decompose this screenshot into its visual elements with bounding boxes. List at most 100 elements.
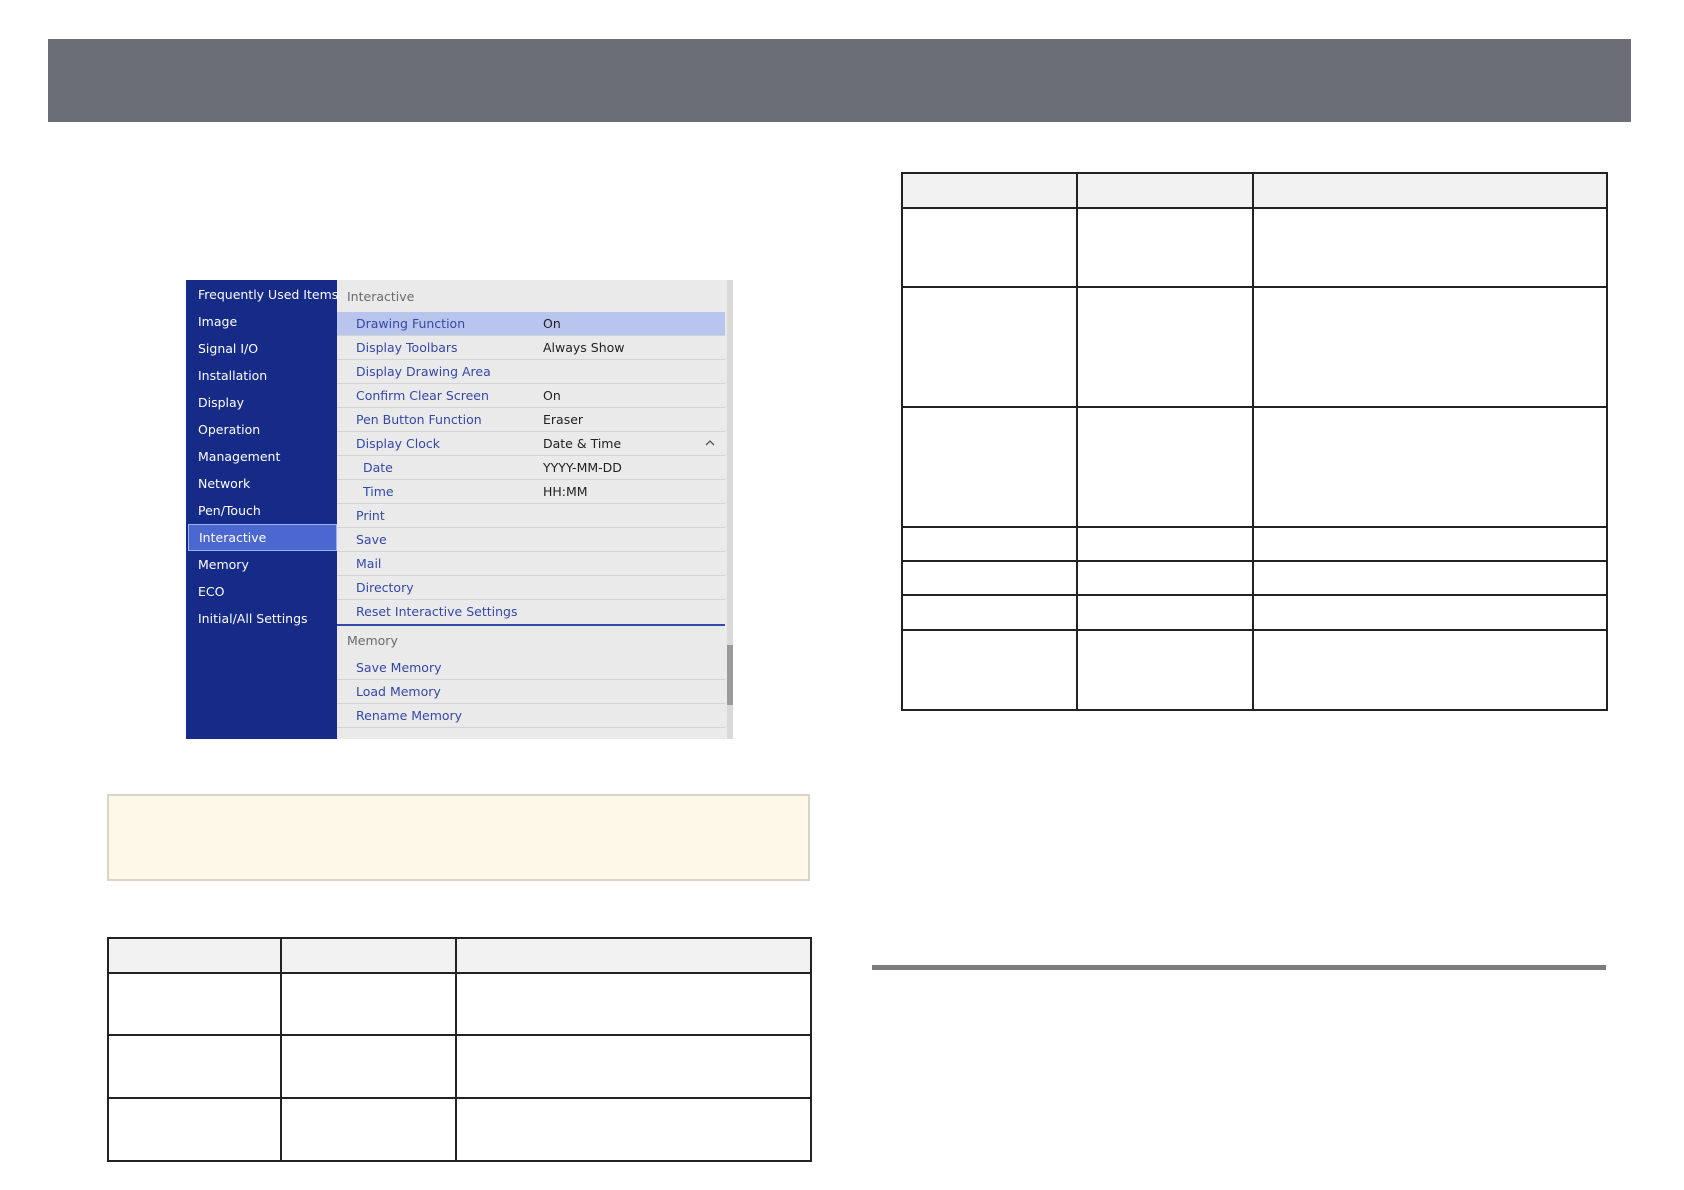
sidebar-item-frequently-used-items[interactable]: Frequently Used Items: [186, 282, 338, 307]
table-header-cell: [107, 937, 282, 974]
table-cell: [901, 406, 1078, 528]
table-row: [901, 629, 1608, 711]
menu-row-label: Rename Memory: [356, 708, 463, 723]
menu-row-label: Display Drawing Area: [356, 364, 491, 379]
table-cell: [1076, 594, 1254, 631]
menu-row-rename-memory[interactable]: Rename Memory: [337, 704, 725, 728]
menu-row-label: Print: [356, 508, 385, 523]
menu-row-print[interactable]: Print: [337, 504, 725, 528]
table-cell: [455, 972, 812, 1036]
menu-row-date[interactable]: Date YYYY-MM-DD: [337, 456, 725, 480]
menu-row-cut-off: [337, 728, 725, 739]
section-divider-rule: [872, 965, 1606, 970]
table-cell: [1076, 286, 1254, 408]
table-cell: [1252, 286, 1608, 408]
section-heading-memory: Memory: [347, 633, 398, 648]
table-cell: [1076, 526, 1254, 562]
sidebar-item-pen-touch[interactable]: Pen/Touch: [186, 498, 337, 523]
menu-row-confirm-clear-screen[interactable]: Confirm Clear Screen On: [337, 384, 725, 408]
sidebar-item-interactive[interactable]: Interactive: [188, 524, 337, 551]
menu-row-load-memory[interactable]: Load Memory: [337, 680, 725, 704]
table-row: [901, 526, 1608, 562]
table-cell: [455, 1034, 812, 1099]
table-row: [107, 972, 812, 1036]
menu-row-label: Date: [363, 460, 393, 475]
table-cell: [1252, 526, 1608, 562]
sidebar-item-signal-io[interactable]: Signal I/O: [186, 336, 337, 361]
table-row: [901, 286, 1608, 408]
menu-row-display-drawing-area[interactable]: Display Drawing Area: [337, 360, 725, 384]
table-cell: [901, 526, 1078, 562]
table-row: [901, 207, 1608, 288]
table-row: [901, 594, 1608, 631]
table-cell: [901, 286, 1078, 408]
chevron-up-icon[interactable]: [705, 438, 715, 448]
menu-row-label: Directory: [356, 580, 414, 595]
page-header-bar: [48, 39, 1631, 122]
settings-table-right: [901, 172, 1608, 711]
table-cell: [107, 1034, 282, 1099]
menu-row-value: Eraser: [543, 412, 584, 427]
sidebar-item-management[interactable]: Management: [186, 444, 337, 469]
table-cell: [1252, 207, 1608, 288]
table-cell: [1076, 207, 1254, 288]
sidebar-item-memory[interactable]: Memory: [186, 552, 337, 577]
table-header-cell: [1252, 172, 1608, 209]
table-cell: [1076, 560, 1254, 596]
menu-row-pen-button-function[interactable]: Pen Button Function Eraser: [337, 408, 725, 432]
menu-row-label: Pen Button Function: [356, 412, 482, 427]
table-row: [107, 1097, 812, 1162]
note-box: [107, 794, 810, 881]
table-row: [901, 406, 1608, 528]
projector-menu-screenshot: Frequently Used Items Image Signal I/O I…: [186, 280, 733, 739]
table-cell: [1252, 406, 1608, 528]
menu-row-label: Confirm Clear Screen: [356, 388, 489, 403]
menu-row-directory[interactable]: Directory: [337, 576, 725, 600]
sidebar-item-image[interactable]: Image: [186, 309, 337, 334]
section-heading-interactive: Interactive: [347, 289, 415, 304]
menu-row-label: Time: [363, 484, 394, 499]
sidebar-item-installation[interactable]: Installation: [186, 363, 337, 388]
menu-row-display-toolbars[interactable]: Display Toolbars Always Show: [337, 336, 725, 360]
sidebar-item-eco[interactable]: ECO: [186, 579, 337, 604]
menu-row-save-memory[interactable]: Save Memory: [337, 656, 725, 680]
menu-row-label: Display Toolbars: [356, 340, 458, 355]
sidebar-item-operation[interactable]: Operation: [186, 417, 337, 442]
table-cell: [901, 629, 1078, 711]
table-cell: [1076, 406, 1254, 528]
table-cell: [107, 972, 282, 1036]
menu-sidebar: Frequently Used Items Image Signal I/O I…: [186, 280, 338, 739]
sidebar-item-display[interactable]: Display: [186, 390, 337, 415]
menu-row-reset-interactive-settings[interactable]: Reset Interactive Settings: [337, 600, 725, 624]
table-cell: [1252, 594, 1608, 631]
menu-row-value: YYYY-MM-DD: [543, 460, 622, 475]
table-cell: [280, 972, 457, 1036]
sidebar-item-network[interactable]: Network: [186, 471, 337, 496]
table-cell: [455, 1097, 812, 1162]
table-cell: [1076, 629, 1254, 711]
menu-row-drawing-function[interactable]: Drawing Function On: [337, 312, 725, 336]
table-cell: [107, 1097, 282, 1162]
table-cell: [901, 207, 1078, 288]
table-row: [107, 1034, 812, 1099]
menu-scrollbar-thumb[interactable]: [727, 645, 733, 705]
table-cell: [901, 594, 1078, 631]
menu-row-label: Save Memory: [356, 660, 442, 675]
menu-row-value: On: [543, 388, 561, 403]
menu-row-mail[interactable]: Mail: [337, 552, 725, 576]
menu-row-label: Load Memory: [356, 684, 441, 699]
table-header-cell: [455, 937, 812, 974]
settings-table-left: [107, 937, 812, 1162]
menu-row-display-clock[interactable]: Display Clock Date & Time: [337, 432, 725, 456]
menu-row-label: Mail: [356, 556, 382, 571]
table-cell: [280, 1034, 457, 1099]
menu-row-label: Display Clock: [356, 436, 441, 451]
table-header-cell: [1076, 172, 1254, 209]
menu-scrollbar[interactable]: [727, 280, 733, 739]
menu-row-label: Drawing Function: [356, 316, 466, 331]
table-cell: [1252, 560, 1608, 596]
menu-row-time[interactable]: Time HH:MM: [337, 480, 725, 504]
menu-row-save[interactable]: Save: [337, 528, 725, 552]
sidebar-item-initial-all-settings[interactable]: Initial/All Settings: [186, 606, 337, 631]
menu-content-panel: Interactive Drawing Function On Display …: [337, 280, 733, 739]
